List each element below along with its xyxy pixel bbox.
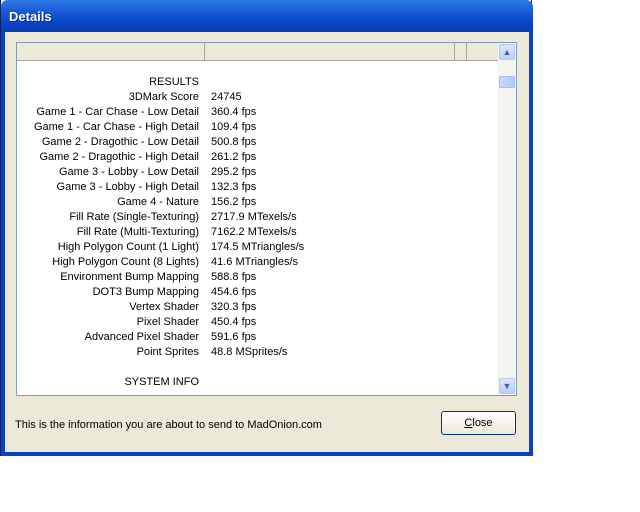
row-value: 156.2 fps [211, 196, 257, 208]
table-row: Advanced Pixel Shader 591.6 fps [17, 330, 498, 345]
chevron-up-icon: ▲ [502, 47, 512, 57]
row-label: RESULTS [149, 76, 199, 88]
table-row: Game 1 - Car Chase - Low Detail 360.4 fps [17, 105, 498, 120]
row-label: Vertex Shader [129, 301, 199, 313]
table-row: Game 1 - Car Chase - High Detail 109.4 fp… [17, 120, 498, 135]
row-value: 588.8 fps [211, 271, 257, 283]
table-row: RESULTS [17, 75, 498, 90]
table-row: Game 2 - Dragothic - Low Detail 500.8 fps [17, 135, 498, 150]
row-label: Game 1 - Car Chase - Low Detail [36, 106, 199, 118]
row-value: 320.3 fps [211, 301, 257, 313]
table-row: Fill Rate (Single-Texturing) 2717.9 MTexe… [17, 210, 498, 225]
vertical-scrollbar[interactable]: ▲ ▼ [498, 43, 516, 395]
row-value: 454.6 fps [211, 286, 257, 298]
row-value: 500.8 fps [211, 136, 257, 148]
window-frame-left [1, 32, 5, 456]
column-header-2[interactable] [205, 43, 455, 60]
table-row: Vertex Shader 320.3 fps [17, 300, 498, 315]
row-value: 360.4 fps [211, 106, 257, 118]
column-header-1[interactable] [17, 43, 205, 60]
scroll-thumb[interactable] [499, 76, 515, 88]
row-label: Game 4 - Nature [117, 196, 199, 208]
row-value: 41.6 MTriangles/s [211, 256, 299, 268]
row-label: Game 2 - Dragothic - Low Detail [41, 136, 199, 148]
window-title: Details [9, 9, 52, 24]
title-bar[interactable]: Details [1, 0, 533, 32]
table-row: Pixel Shader 450.4 fps [17, 315, 498, 330]
row-label: Advanced Pixel Shader [84, 331, 199, 343]
row-label: Point Sprites [136, 346, 199, 358]
row-label: High Polygon Count (1 Light) [57, 241, 199, 253]
table-row: Game 3 - Lobby - High Detail 132.3 fps [17, 180, 498, 195]
row-value: 109.4 fps [211, 121, 257, 133]
row-value: 7162.2 MTexels/s [211, 226, 297, 238]
row-value: 261.2 fps [211, 151, 257, 163]
row-value: 2717.9 MTexels/s [211, 211, 297, 223]
table-row: DOT3 Bump Mapping 454.6 fps [17, 285, 498, 300]
row-label: Game 3 - Lobby - High Detail [56, 181, 199, 193]
details-window: Details RESULTS 3DMark Score 24745 Game 1 -… [0, 0, 533, 456]
scroll-down-button[interactable]: ▼ [499, 378, 515, 394]
column-header-3[interactable] [455, 43, 467, 60]
window-frame-bottom [1, 452, 533, 456]
table-row: Game 2 - Dragothic - High Detail 261.2 fp… [17, 150, 498, 165]
results-list[interactable]: RESULTS 3DMark Score 24745 Game 1 - Car Cha… [16, 42, 517, 396]
row-label: High Polygon Count (8 Lights) [52, 256, 199, 268]
table-row: Environment Bump Mapping 588.8 fps [17, 270, 498, 285]
table-row: Point Sprites 48.8 MSprites/s [17, 345, 498, 360]
table-row: Game 4 - Nature 156.2 fps [17, 195, 498, 210]
row-value: 450.4 fps [211, 316, 257, 328]
table-row: Fill Rate (Multi-Texturing) 7162.2 MTexel… [17, 225, 498, 240]
row-label: DOT3 Bump Mapping [92, 286, 199, 298]
table-row: High Polygon Count (8 Lights) 41.6 MTrian… [17, 255, 498, 270]
row-label: Environment Bump Mapping [60, 271, 199, 283]
row-value: 591.6 fps [211, 331, 257, 343]
row-value: 295.2 fps [211, 166, 257, 178]
row-label: 3DMark Score [128, 91, 199, 103]
table-row: High Polygon Count (1 Light) 174.5 MTrian… [17, 240, 498, 255]
row-label: Game 1 - Car Chase - High Detail [33, 121, 199, 133]
scroll-up-button[interactable]: ▲ [499, 44, 515, 60]
info-text: This is the information you are about to… [15, 419, 322, 431]
table-row [17, 360, 498, 375]
close-button[interactable]: Close [441, 411, 516, 435]
table-row: Game 3 - Lobby - Low Detail 295.2 fps [17, 165, 498, 180]
row-value: 174.5 MTriangles/s [211, 241, 305, 253]
row-label: Pixel Shader [136, 316, 199, 328]
row-label: Fill Rate (Multi-Texturing) [76, 226, 199, 238]
row-value: 132.3 fps [211, 181, 257, 193]
row-value: 48.8 MSprites/s [211, 346, 288, 358]
table-row: SYSTEM INFO [17, 375, 498, 390]
row-value: 24745 [211, 91, 242, 103]
results-rows: RESULTS 3DMark Score 24745 Game 1 - Car Cha… [17, 75, 498, 390]
row-label: Game 3 - Lobby - Low Detail [58, 166, 199, 178]
row-label: Game 2 - Dragothic - High Detail [39, 151, 199, 163]
chevron-down-icon: ▼ [502, 381, 512, 391]
row-label: SYSTEM INFO [124, 376, 199, 388]
table-row: 3DMark Score 24745 [17, 90, 498, 105]
window-frame-right [529, 32, 533, 456]
row-label: Fill Rate (Single-Texturing) [69, 211, 199, 223]
list-header [17, 43, 498, 61]
